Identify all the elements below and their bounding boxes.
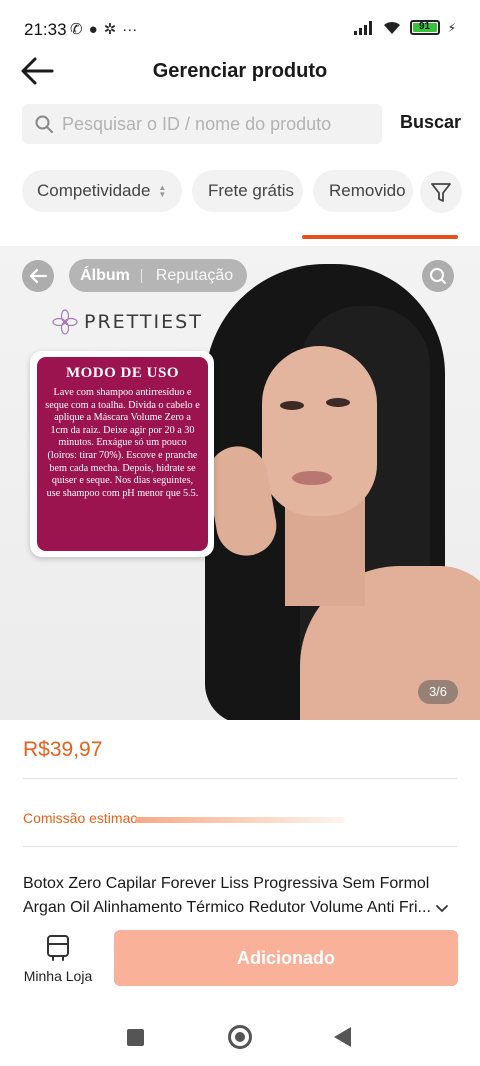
brand-name: PRETTIEST xyxy=(84,311,203,333)
product-image-gallery[interactable]: Álbum Reputação PRETTIEST MODO DE USO La… xyxy=(0,246,480,720)
search-icon xyxy=(430,268,446,284)
wifi-icon xyxy=(383,21,400,34)
tab-album[interactable]: Álbum xyxy=(69,267,141,285)
gallery-segment-control: Álbum Reputação xyxy=(69,259,247,292)
chat-icon: ● xyxy=(88,20,98,38)
chevron-down-icon[interactable] xyxy=(435,903,449,913)
chip-label: Frete grátis xyxy=(208,181,294,200)
status-time: 21:33 xyxy=(24,20,67,39)
usage-card: MODO DE USO Lave com shampoo antirresídu… xyxy=(37,357,208,551)
charging-icon: ⚡ xyxy=(447,20,456,35)
commission-label: Comissão estimac xyxy=(23,810,138,826)
more-dots-icon: ··· xyxy=(122,20,138,38)
chip-removido[interactable]: Removido xyxy=(313,170,413,212)
filter-button[interactable] xyxy=(420,171,462,213)
app-icon: ✲ xyxy=(103,21,117,38)
product-name-line1: Botox Zero Capilar Forever Liss Progress… xyxy=(23,875,430,892)
home-icon[interactable] xyxy=(228,1025,252,1049)
chip-label: Removido xyxy=(329,181,406,200)
flower-logo-icon xyxy=(52,309,78,335)
usage-card-text: Lave com shampoo antirresíduo e seque co… xyxy=(45,387,200,499)
search-input[interactable] xyxy=(62,104,372,144)
battery-level: 91 xyxy=(419,21,431,32)
brand-logo: PRETTIEST xyxy=(52,308,203,336)
chip-label: Competividade xyxy=(37,181,151,200)
search-button[interactable]: Buscar xyxy=(400,112,461,133)
whatsapp-icon: ✆ xyxy=(70,21,83,38)
tab-reputacao[interactable]: Reputação xyxy=(142,267,247,285)
my-store-button[interactable]: Minha Loja xyxy=(20,934,96,990)
chip-frete-gratis[interactable]: Frete grátis xyxy=(192,170,303,212)
notification-icons: ✆ ● ✲ ··· xyxy=(70,20,138,39)
system-nav-bar xyxy=(0,1010,480,1066)
usage-card-title: MODO DE USO xyxy=(65,365,179,381)
product-price: R$39,97 xyxy=(23,738,103,761)
funnel-icon xyxy=(431,183,451,202)
product-name[interactable]: Botox Zero Capilar Forever Liss Progress… xyxy=(23,872,463,920)
gallery-back-button[interactable] xyxy=(22,260,54,292)
active-tab-indicator xyxy=(302,235,458,239)
my-store-label: Minha Loja xyxy=(23,968,93,984)
recents-icon[interactable] xyxy=(127,1029,144,1046)
search-box xyxy=(22,104,382,144)
sort-icon: ▲ ▼ xyxy=(158,183,167,199)
battery-icon: 91 xyxy=(409,20,440,35)
page-title: Gerenciar produto xyxy=(152,60,328,82)
status-indicators: 91 ⚡ xyxy=(353,20,456,35)
signal-icon xyxy=(353,20,372,35)
image-pager: 3/6 xyxy=(418,680,458,704)
gallery-search-button[interactable] xyxy=(422,260,454,292)
commission-row: Comissão estimac xyxy=(23,810,457,830)
filter-chips: Competividade ▲ ▼ Frete grátis Removido xyxy=(22,170,413,214)
arrow-left-icon xyxy=(29,268,48,284)
divider xyxy=(23,778,457,779)
store-icon xyxy=(47,935,69,961)
product-name-line2: Argan Oil Alinhamento Térmico Redutor Vo… xyxy=(23,899,431,916)
loading-shimmer xyxy=(135,817,345,823)
search-icon xyxy=(35,115,53,133)
back-triangle-icon[interactable] xyxy=(334,1027,351,1047)
divider xyxy=(23,846,457,847)
added-button[interactable]: Adicionado xyxy=(114,930,458,986)
header: Gerenciar produto xyxy=(0,48,480,98)
chip-competitividade[interactable]: Competividade ▲ ▼ xyxy=(22,170,182,212)
